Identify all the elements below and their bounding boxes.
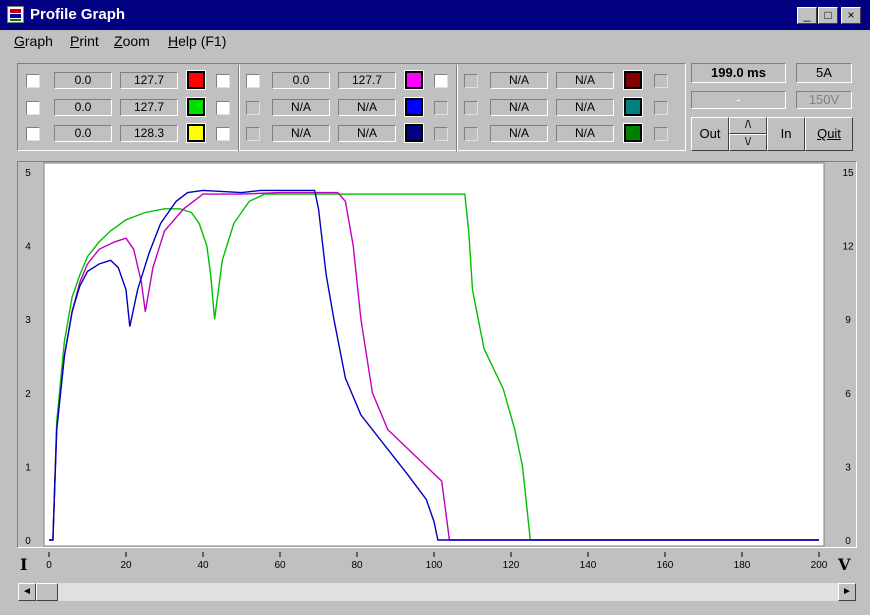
x-tick-label: 20 xyxy=(120,560,132,571)
x-tick-label: 80 xyxy=(351,560,363,571)
x-tick-label: 180 xyxy=(734,560,751,571)
right-tick-label: 0 xyxy=(845,536,851,547)
scroll-right-button[interactable]: ► xyxy=(838,583,856,601)
profile-chart: 0 20 40 60 80 100 120 140 160 180 2000123450369121… xyxy=(25,162,854,571)
current-axis-letter: I xyxy=(20,555,28,574)
left-tick-label: 3 xyxy=(25,315,31,326)
left-tick-label: 5 xyxy=(25,168,31,179)
x-tick-label: 160 xyxy=(657,560,674,571)
left-tick-label: 0 xyxy=(25,536,31,547)
right-tick-label: 9 xyxy=(845,315,851,326)
horizontal-scrollbar[interactable]: ◄ ► xyxy=(17,582,857,602)
scroll-thumb[interactable] xyxy=(36,583,58,601)
voltage-axis-letter: V xyxy=(838,555,851,574)
x-tick-label: 60 xyxy=(274,560,286,571)
scroll-left-button[interactable]: ◄ xyxy=(18,583,36,601)
left-tick-label: 4 xyxy=(25,242,31,253)
x-tick-label: 140 xyxy=(580,560,597,571)
x-tick-label: 40 xyxy=(197,560,209,571)
x-tick-label: 100 xyxy=(426,560,443,571)
left-tick-label: 1 xyxy=(25,462,31,473)
x-tick-label: 200 xyxy=(811,560,828,571)
right-tick-label: 15 xyxy=(842,168,854,179)
right-tick-label: 6 xyxy=(845,389,851,400)
right-tick-label: 12 xyxy=(842,242,854,253)
arrow-right-icon: ► xyxy=(842,586,852,597)
right-tick-label: 3 xyxy=(845,462,851,473)
left-tick-label: 2 xyxy=(25,389,31,400)
plot-area xyxy=(43,162,825,547)
x-tick-label: 120 xyxy=(503,560,520,571)
x-tick-label: 0 xyxy=(46,560,52,571)
arrow-left-icon: ◄ xyxy=(22,586,32,597)
